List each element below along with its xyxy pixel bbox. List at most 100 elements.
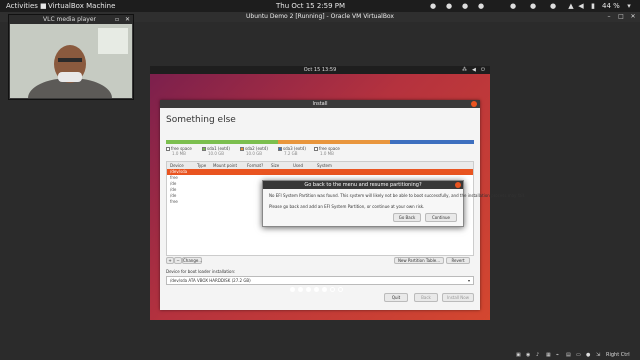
installer-title: Install	[312, 101, 328, 107]
partition-legend: free space 1.0 MB sda1 (ext4) 10.0 GB sd…	[166, 146, 474, 160]
dialog-titlebar: Go back to the menu and resume partition…	[263, 181, 463, 189]
close-icon[interactable]: ✕	[125, 15, 130, 24]
progress-dot	[322, 287, 327, 292]
network-status-icon[interactable]: ▦	[546, 350, 551, 360]
page-title: Something else	[166, 115, 236, 125]
storage-status-icon[interactable]: ▣	[516, 350, 521, 360]
legend-swatch	[202, 147, 206, 151]
legend-swatch	[314, 147, 318, 151]
webcam-video[interactable]	[10, 24, 132, 98]
minimize-icon[interactable]: –	[605, 13, 613, 21]
capture-status-icon[interactable]: ●	[586, 350, 590, 360]
minimize-icon[interactable]: ▫	[115, 15, 119, 24]
progress-dot	[314, 287, 319, 292]
display-status-icon[interactable]: ▭	[576, 350, 581, 360]
install-progress-dots	[290, 287, 350, 295]
vlc-title: VLC media player	[43, 16, 97, 23]
column-header[interactable]: Format?	[247, 162, 263, 169]
volume-icon[interactable]: ◀	[472, 66, 476, 74]
battery-icon[interactable]: ▮	[590, 2, 596, 10]
virtualbox-app-icon: ■	[40, 2, 47, 10]
tray-app-icon[interactable]: ●	[550, 2, 556, 10]
remove-partition-button[interactable]: −	[174, 257, 182, 264]
legend-item: free space 1.0 MB	[314, 146, 340, 156]
column-header[interactable]: Used	[293, 162, 303, 169]
close-icon[interactable]	[471, 101, 477, 107]
audio-status-icon[interactable]: ♪	[536, 350, 539, 360]
new-partition-table-button[interactable]: New Partition Table...	[394, 257, 444, 264]
boot-loader-label: Device for boot loader installation:	[166, 269, 236, 274]
legend-size: 7.2 GB	[284, 151, 298, 156]
add-partition-button[interactable]: +	[166, 257, 174, 264]
guest-clock[interactable]: Oct 15 13:59	[150, 66, 490, 74]
optical-status-icon[interactable]: ◉	[526, 350, 530, 360]
face-mask	[58, 72, 82, 82]
volume-icon[interactable]: ◀	[578, 2, 584, 10]
vlc-titlebar: VLC media player ▫ ✕	[9, 15, 133, 24]
column-header[interactable]: System	[317, 162, 332, 169]
close-icon[interactable]: ✕	[629, 13, 637, 21]
system-menu-icon[interactable]: ▾	[626, 2, 632, 10]
column-header[interactable]: Mount point	[213, 162, 237, 169]
legend-item: sda3 (ext4) 7.2 GB	[278, 146, 306, 156]
vlc-window: VLC media player ▫ ✕	[8, 14, 134, 100]
network-icon[interactable]: ⁂	[462, 66, 467, 74]
close-icon[interactable]	[455, 182, 461, 188]
column-header[interactable]: Type	[197, 162, 206, 169]
table-row-selected[interactable]: /dev/sda	[167, 169, 473, 175]
efi-warning-dialog: Go back to the menu and resume partition…	[262, 180, 525, 227]
column-header[interactable]: Size	[271, 162, 279, 169]
webcam-image	[10, 24, 132, 98]
progress-dot	[330, 287, 335, 292]
tray-app-icon[interactable]: ●	[530, 2, 536, 10]
host-key-label: Right Ctrl	[606, 352, 630, 358]
legend-item: sda2 (ext4) 10.0 GB	[240, 146, 268, 156]
legend-item: free space 1.0 MB	[166, 146, 192, 156]
progress-dot	[290, 287, 295, 292]
tray-app-icon[interactable]: ●	[478, 2, 484, 10]
go-back-button[interactable]: Go Back	[393, 213, 421, 222]
legend-size: 1.0 MB	[172, 151, 186, 156]
host-clock[interactable]: Thu Oct 15 2:59 PM	[276, 0, 345, 12]
table-row[interactable]: free	[170, 199, 178, 205]
partition-segment-sda1	[166, 140, 278, 144]
column-header[interactable]: Device	[170, 162, 184, 169]
continue-button[interactable]: Continue	[425, 213, 457, 222]
table-header: Device Type Mount point Format? Size Use…	[167, 162, 473, 169]
table-toolbar: + − Change... New Partition Table... Rev…	[166, 257, 474, 265]
legend-item: sda1 (ext4) 10.0 GB	[202, 146, 230, 156]
activities-button[interactable]: Activities	[6, 0, 38, 12]
usb-status-icon[interactable]: ⌁	[556, 350, 559, 360]
progress-dot	[298, 287, 303, 292]
chevron-down-icon: ▾	[467, 278, 470, 283]
legend-size: 1.0 MB	[320, 151, 334, 156]
progress-dot	[306, 287, 311, 292]
partition-segment-sda3	[390, 140, 474, 144]
installer-titlebar: Install	[160, 100, 480, 108]
boot-loader-value: /dev/sda ATA VBOX HARDDISK (27.2 GB)	[170, 278, 251, 283]
legend-swatch	[166, 147, 170, 151]
tray-app-icon[interactable]: ●	[462, 2, 468, 10]
back-button[interactable]: Back	[414, 293, 438, 302]
install-now-button[interactable]: Install Now	[442, 293, 474, 302]
battery-percent: 44 %	[602, 2, 620, 10]
tray-app-icon[interactable]: ●	[430, 2, 436, 10]
progress-dot	[338, 287, 343, 292]
app-menu[interactable]: VirtualBox Machine	[48, 0, 115, 12]
power-icon[interactable]: ⏻	[481, 66, 485, 74]
mouse-integration-icon[interactable]: ⇲	[596, 350, 600, 360]
boot-loader-select[interactable]: /dev/sda ATA VBOX HARDDISK (27.2 GB) ▾	[166, 276, 474, 285]
tray-app-icon[interactable]: ●	[446, 2, 452, 10]
change-partition-button[interactable]: Change...	[182, 257, 202, 264]
shared-folders-icon[interactable]: ▤	[566, 350, 571, 360]
partition-segment-sda2	[278, 140, 390, 144]
legend-swatch	[240, 147, 244, 151]
dialog-message: No EFI System Partition was found. This …	[269, 193, 526, 198]
network-icon[interactable]: ▲	[568, 2, 574, 10]
tray-app-icon[interactable]: ●	[510, 2, 516, 10]
dialog-message: Please go back and add an EFI System Par…	[269, 204, 425, 209]
quit-button[interactable]: Quit	[384, 293, 408, 302]
dialog-title: Go back to the menu and resume partition…	[304, 182, 422, 188]
revert-button[interactable]: Revert	[446, 257, 470, 264]
maximize-icon[interactable]: □	[617, 13, 625, 21]
